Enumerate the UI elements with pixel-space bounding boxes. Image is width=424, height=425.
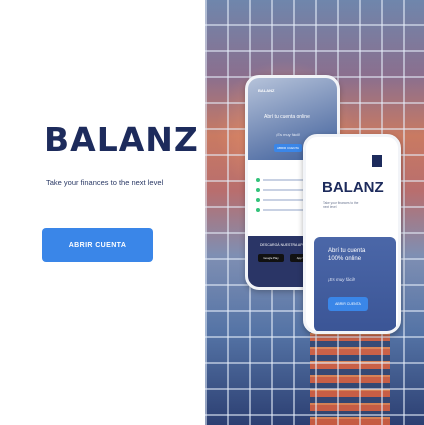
phone-small-text: ¡Es muy fácil! xyxy=(276,132,301,137)
signup-caption-1: Abrí tu cuenta xyxy=(328,248,366,254)
phone-mockup-front: BALANZ Take your finances to the next le… xyxy=(303,134,401,334)
logo-mark-icon xyxy=(372,155,382,167)
phone-subtitle: Take your finances to the next level xyxy=(323,201,359,209)
tagline: Take your finances to the next level xyxy=(46,178,164,187)
check-icon xyxy=(256,188,260,192)
phone-caption: Abrí tu cuenta online xyxy=(264,114,310,120)
phone-open-account-button: ABRIR CUENTA xyxy=(274,144,302,152)
signup-caption-2: 100% online xyxy=(328,256,362,262)
phone-brand-logo: BALANZ xyxy=(322,179,384,196)
phone-signup-card: Abrí tu cuenta 100% online ¡Es muy fácil… xyxy=(314,237,396,331)
download-title: DESCARGÁ NUESTRA APP xyxy=(260,243,305,247)
signup-easy-text: ¡Es muy fácil! xyxy=(328,277,356,282)
check-icon xyxy=(256,178,260,182)
check-icon xyxy=(256,198,260,202)
brand-logo: BALANZ xyxy=(44,120,199,159)
phone-open-account-button-front: ABRIR CUENTA xyxy=(328,297,368,311)
open-account-button[interactable]: ABRIR CUENTA xyxy=(42,228,153,262)
google-play-badge: Google Play xyxy=(258,254,284,262)
check-icon xyxy=(256,208,260,212)
phone-logo: BALANZ xyxy=(258,88,275,93)
signup-caption: Abrí tu cuenta 100% online xyxy=(328,247,365,263)
hero-left-panel: BALANZ Take your finances to the next le… xyxy=(0,0,205,425)
